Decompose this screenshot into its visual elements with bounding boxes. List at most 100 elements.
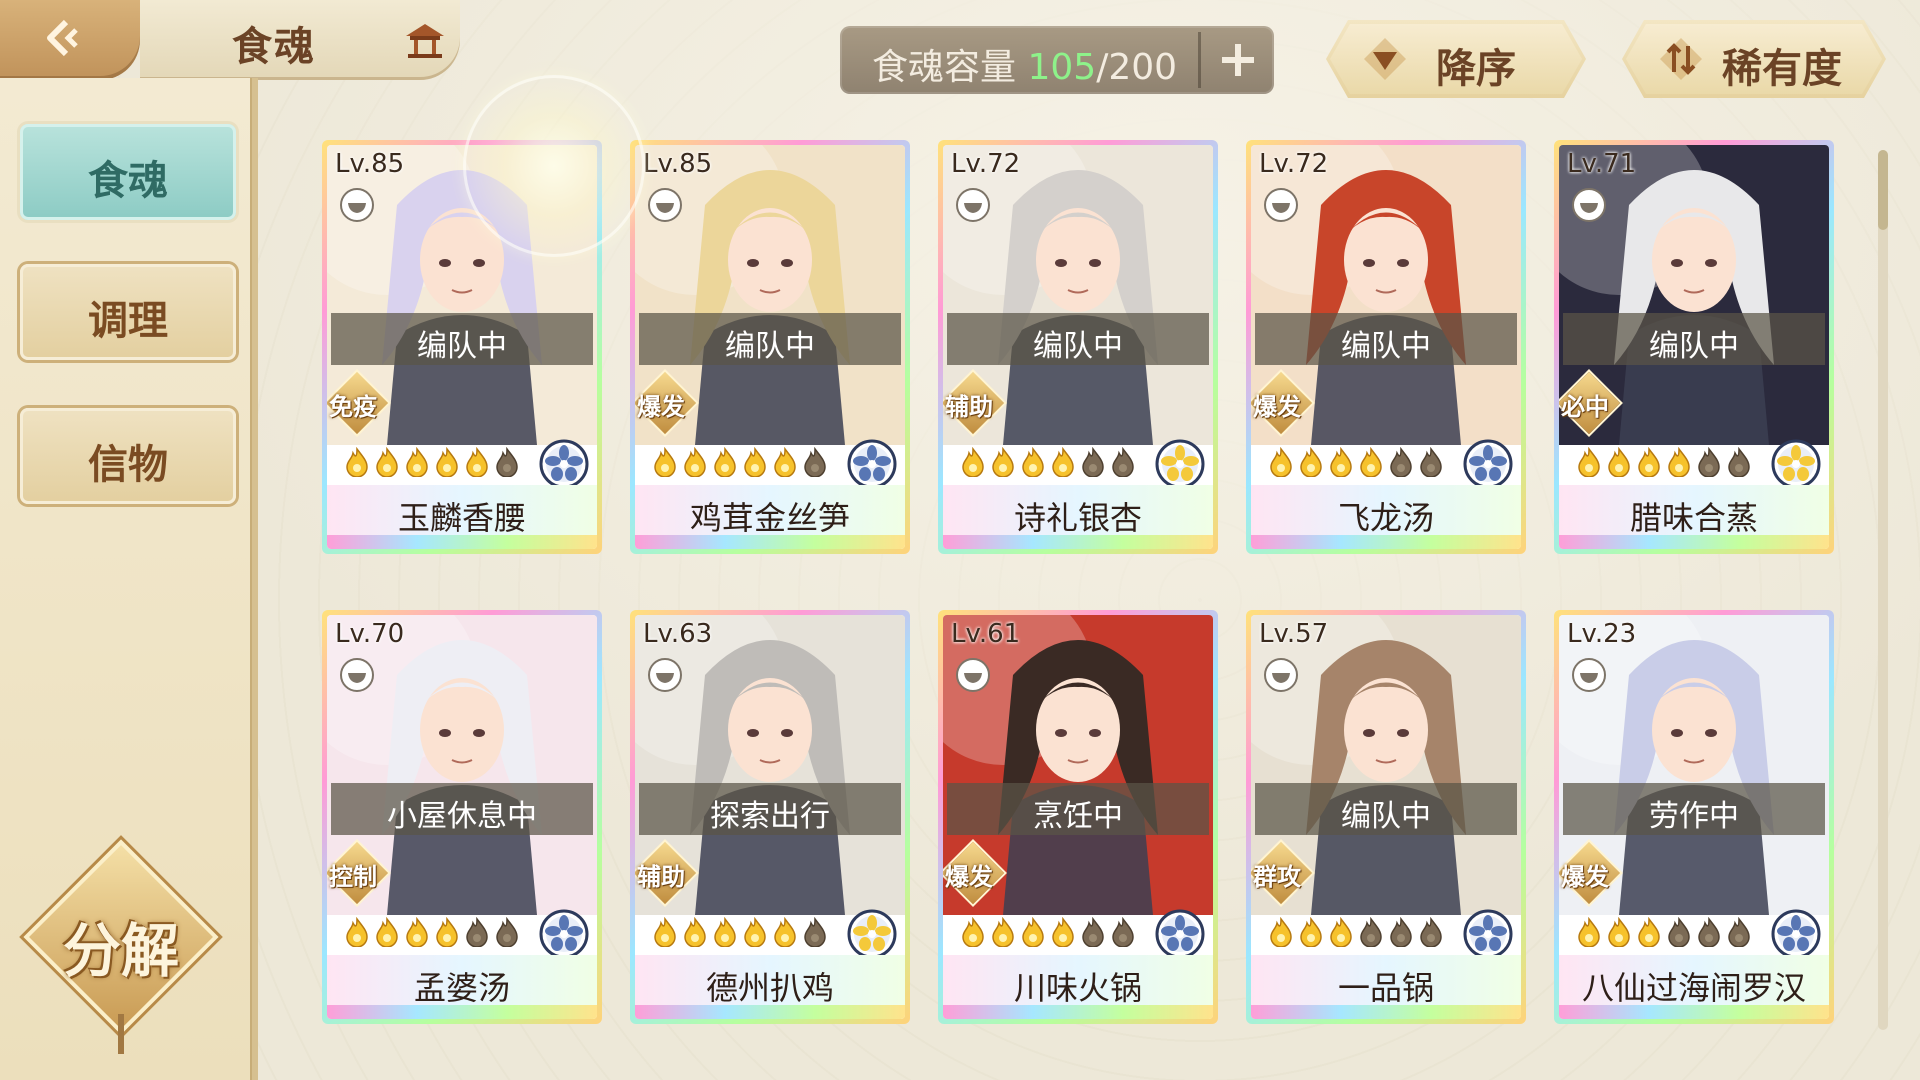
status-bar: 编队中 [1255, 313, 1517, 365]
food-soul-card[interactable]: Lv.63 探索出行 辅助 德州扒鸡 [630, 610, 910, 1024]
flame-star-icon [1300, 447, 1322, 477]
pavilion-icon[interactable] [402, 20, 448, 60]
card-rainbow-border [327, 1005, 597, 1019]
star-rating [959, 447, 1137, 479]
card-body: Lv.23 劳作中 爆发 八仙过海闹罗汉 [1559, 615, 1829, 1019]
bowl-icon [956, 188, 990, 222]
card-rainbow-border [635, 535, 905, 549]
level-label: Lv.63 [643, 619, 713, 649]
top-bar: 食魂 [0, 0, 480, 80]
bowl-icon [340, 188, 374, 222]
decompose-button[interactable]: 分解 [29, 845, 213, 1054]
food-soul-card[interactable]: Lv.23 劳作中 爆发 八仙过海闹罗汉 [1554, 610, 1834, 1024]
star-rating [651, 447, 829, 479]
food-soul-card[interactable]: Lv.61 烹饪中 爆发 川味火锅 [938, 610, 1218, 1024]
level-label: Lv.85 [335, 149, 405, 179]
role-text: 必中 [1561, 393, 1609, 421]
food-soul-card[interactable]: Lv.57 编队中 群攻 一品锅 [1246, 610, 1526, 1024]
character-name: 德州扒鸡 [705, 969, 834, 1007]
flame-star-icon [1608, 447, 1630, 477]
sidebar-item-tokens[interactable]: 信物 [20, 408, 236, 504]
sort-order-label: 降序 [1436, 46, 1516, 92]
role-text: 爆发 [1561, 863, 1609, 891]
character-name: 腊味合蒸 [1629, 499, 1758, 537]
scrollbar-thumb[interactable] [1878, 150, 1888, 230]
flame-star-icon [1052, 917, 1074, 947]
character-name: 孟婆汤 [413, 969, 510, 1007]
back-button[interactable] [0, 0, 140, 80]
element-flower-icon [1463, 439, 1513, 489]
flame-star-icon [714, 917, 736, 947]
flame-star-icon [436, 917, 458, 947]
level-label: Lv.61 [951, 619, 1021, 649]
decompose-label: 分解 [62, 917, 179, 985]
flame-star-icon [1052, 447, 1074, 477]
flame-star-icon [1728, 447, 1750, 477]
level-label: Lv.72 [1259, 149, 1329, 179]
status-text: 探索出行 [710, 799, 830, 834]
status-bar: 编队中 [1255, 783, 1517, 835]
flame-star-icon [466, 447, 488, 477]
bowl-icon [1572, 188, 1606, 222]
level-label: Lv.23 [1567, 619, 1637, 649]
sort-by-button[interactable]: 稀有度 [1622, 20, 1886, 98]
flame-star-icon [1638, 917, 1660, 947]
character-name: 八仙过海闹罗汉 [1581, 969, 1806, 1007]
star-rating [1575, 917, 1753, 949]
bowl-icon [1572, 658, 1606, 692]
star-rating [1267, 917, 1445, 949]
flame-star-icon [1330, 917, 1352, 947]
status-bar: 烹饪中 [947, 783, 1209, 835]
tassel-decoration [118, 1014, 124, 1054]
name-row: 诗礼银杏 [943, 485, 1213, 539]
plus-icon[interactable] [1212, 34, 1264, 86]
sidebar-item-food-souls[interactable]: 食魂 [20, 124, 236, 220]
role-text: 控制 [329, 863, 377, 891]
sort-order-button[interactable]: 降序 [1326, 20, 1586, 98]
title-tab: 食魂 [140, 0, 460, 80]
card-body: Lv.85 编队中 爆发 鸡茸金丝笋 [635, 145, 905, 549]
role-badge: 爆发 [1559, 841, 1621, 905]
flame-star-icon [774, 447, 796, 477]
food-soul-card[interactable]: Lv.85 编队中 爆发 鸡茸金丝笋 [630, 140, 910, 554]
level-label: Lv.57 [1259, 619, 1329, 649]
flame-star-icon [436, 447, 458, 477]
sidebar-item-cooking[interactable]: 调理 [20, 264, 236, 360]
food-soul-card[interactable]: Lv.72 编队中 辅助 诗礼银杏 [938, 140, 1218, 554]
sidebar-item-label: 调理 [88, 298, 168, 344]
flame-star-icon [406, 447, 428, 477]
character-name: 诗礼银杏 [1013, 499, 1142, 537]
flame-star-icon [346, 917, 368, 947]
flame-star-icon [804, 917, 826, 947]
star-rating [343, 447, 521, 479]
food-soul-card[interactable]: Lv.71 编队中 必中 腊味合蒸 [1554, 140, 1834, 554]
flame-star-icon [1112, 917, 1134, 947]
food-soul-card[interactable]: Lv.70 小屋休息中 控制 孟婆汤 [322, 610, 602, 1024]
flame-star-icon [1082, 447, 1104, 477]
flame-star-icon [654, 917, 676, 947]
card-rainbow-border [943, 1005, 1213, 1019]
food-soul-card[interactable]: Lv.85 编队中 免疫 玉麟香腰 [322, 140, 602, 554]
card-body: Lv.71 编队中 必中 腊味合蒸 [1559, 145, 1829, 549]
flame-star-icon [496, 917, 518, 947]
card-body: Lv.72 编队中 爆发 飞龙汤 [1251, 145, 1521, 549]
card-body: Lv.63 探索出行 辅助 德州扒鸡 [635, 615, 905, 1019]
card-rainbow-border [635, 1005, 905, 1019]
element-flower-icon [1771, 909, 1821, 959]
card-body: Lv.85 编队中 免疫 玉麟香腰 [327, 145, 597, 549]
flame-star-icon [744, 917, 766, 947]
capacity-text: 食魂容量 105/200 [872, 38, 1177, 90]
card-rainbow-border [327, 535, 597, 549]
flame-star-icon [1668, 447, 1690, 477]
name-row: 鸡茸金丝笋 [635, 485, 905, 539]
bowl-icon [956, 658, 990, 692]
status-text: 编队中 [1649, 329, 1739, 364]
card-rainbow-border [1251, 535, 1521, 549]
triangle-down-icon [1360, 34, 1410, 84]
role-badge: 爆发 [943, 841, 1005, 905]
flame-star-icon [684, 917, 706, 947]
status-bar: 编队中 [1563, 313, 1825, 365]
flame-star-icon [1082, 917, 1104, 947]
scrollbar[interactable] [1878, 150, 1888, 1030]
food-soul-card[interactable]: Lv.72 编队中 爆发 飞龙汤 [1246, 140, 1526, 554]
